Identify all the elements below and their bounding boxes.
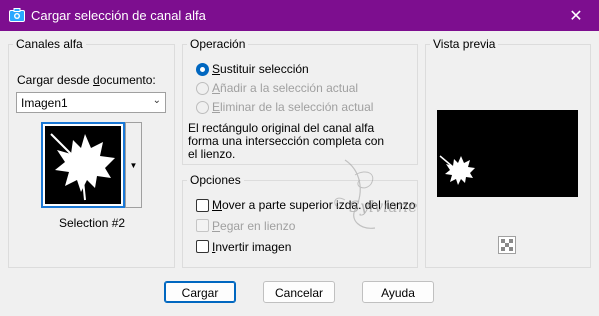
radio-eliminar-label[interactable]: Eliminar de la selección actual — [212, 100, 373, 114]
preview-leaf — [437, 110, 578, 197]
load-from-document-label: Cargar desde documento: — [17, 73, 156, 87]
watermark-text: Sylviane — [349, 197, 418, 216]
radio-eliminar[interactable] — [196, 101, 209, 114]
triangle-down-icon: ▼ — [129, 160, 138, 170]
radio-sustituir[interactable] — [196, 63, 209, 76]
checkbox-pegar-label[interactable]: Pegar en lienzo — [212, 219, 295, 233]
operation-description-3: el lienzo. — [188, 147, 236, 161]
checkbox-mover[interactable] — [196, 199, 209, 212]
document-select[interactable]: Imagen1 ⌄ — [16, 92, 166, 113]
operacion-title: Operación — [187, 37, 249, 51]
chevron-down-icon: ⌄ — [152, 95, 161, 106]
cargar-button[interactable]: Cargar — [164, 281, 236, 303]
cancelar-button[interactable]: Cancelar — [263, 281, 335, 303]
camera-icon — [9, 8, 25, 22]
zoom-tool-button[interactable] — [498, 236, 516, 254]
checkbox-invertir[interactable] — [196, 240, 209, 253]
window-title: Cargar selección de canal alfa — [31, 8, 206, 23]
close-icon: ✕ — [569, 7, 583, 25]
preview-canvas — [437, 110, 578, 197]
vista-previa-title: Vista previa — [430, 37, 499, 51]
title-bar: Cargar selección de canal alfa ✕ — [0, 0, 599, 31]
checkbox-invertir-label[interactable]: Invertir imagen — [212, 240, 291, 254]
channel-thumbnail-image — [45, 126, 121, 204]
ayuda-button[interactable]: Ayuda — [362, 281, 434, 303]
checkbox-pegar[interactable] — [196, 219, 209, 232]
selection-caption: Selection #2 — [59, 216, 126, 230]
opciones-title: Opciones — [187, 173, 244, 187]
radio-anadir[interactable] — [196, 82, 209, 95]
watermark-logo: Sylviane — [334, 159, 418, 229]
operation-description-2: forma una intersección completa con — [188, 134, 385, 148]
radio-anadir-label[interactable]: Añadir a la selección actual — [212, 81, 358, 95]
maple-leaf-thumbnail — [45, 126, 121, 204]
document-select-value: Imagen1 — [21, 96, 68, 110]
radio-sustituir-label[interactable]: Sustituir selección — [212, 62, 309, 76]
thumbnail-dropdown-button[interactable]: ▼ — [125, 122, 142, 208]
operation-description-1: El rectángulo original del canal alfa — [188, 121, 375, 135]
checker-icon — [501, 239, 513, 251]
close-button[interactable]: ✕ — [553, 0, 599, 31]
channel-thumbnail[interactable] — [41, 122, 125, 208]
canales-alfa-title: Canales alfa — [13, 37, 86, 51]
